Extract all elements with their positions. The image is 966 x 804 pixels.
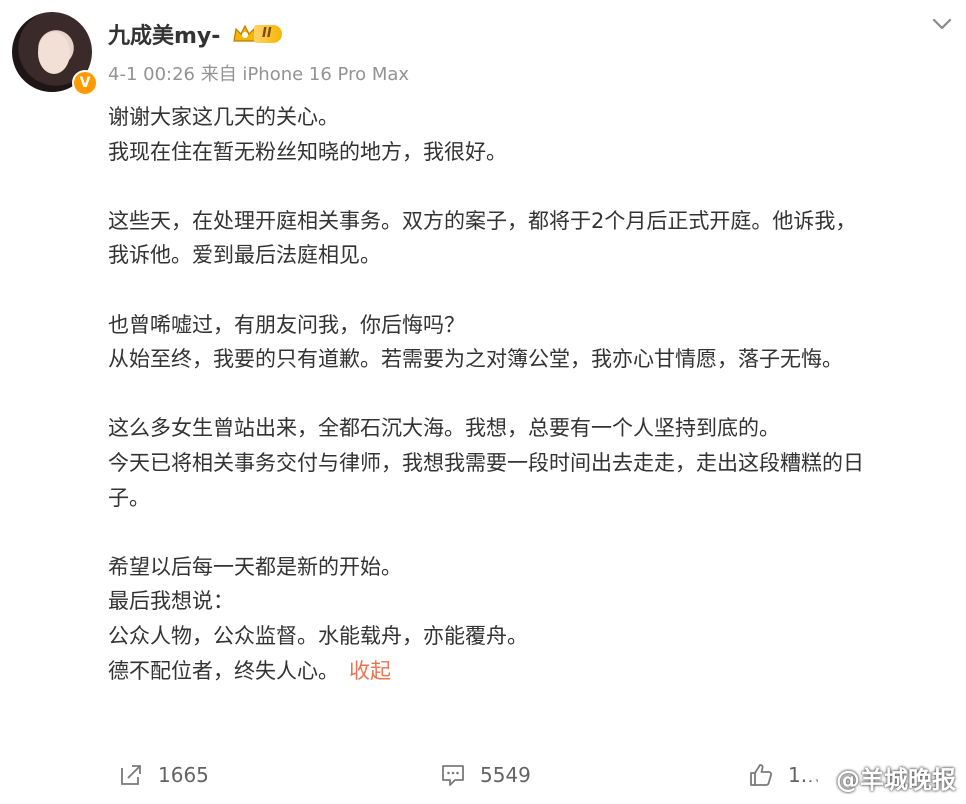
post-line: 谢谢大家这几天的关心。 [108,105,339,129]
comment-button[interactable]: 5549 [440,762,531,788]
comment-count: 5549 [480,763,531,787]
post-line: 最后我想说： [108,589,234,614]
comment-icon [442,765,464,786]
avatar[interactable]: V [12,12,98,96]
verified-badge: V [72,70,98,96]
post-timestamp: 4-1 00:26 来自 iPhone 16 Pro Max [108,64,410,85]
thumbs-up-icon [750,764,773,786]
post-line: 我现在住在暂无粉丝知晓的地方，我很好。 [108,139,507,164]
vip-badge[interactable]: II [232,22,282,46]
post-line: 希望以后每一天都是新的开始。 [108,554,402,579]
weibo-logo-icon [799,766,831,790]
post-line: 这些天，在处理开庭相关事务。双方的案子，都将于2个月后正式开庭。他诉我， [108,208,857,233]
post-last-line: 德不配位者，终失人心。 收起 [108,654,948,689]
repost-count: 1665 [158,763,209,787]
post-line: 这么多女生曾站出来，全都石沉大海。我想，总要有一个人坚持到底的。 [108,416,780,441]
post-line: 今天已将相关事务交付与律师，我想我需要一段时间出去走走，走出这段糟糕的日 [108,450,864,475]
vip-level: II [254,25,282,43]
collapse-link[interactable]: 收起 [349,659,391,683]
repost-button[interactable]: 1665 [118,762,209,788]
watermark-text: @羊城晚报 [836,766,956,794]
repost-icon [121,765,141,785]
post-line: 子。 [108,485,150,510]
post-line-text: 德不配位者，终失人心。 [108,658,339,683]
post-line: 我诉他。爱到最后法庭相见。 [108,243,381,268]
post-content: 谢谢大家这几天的关心。 我现在住在暂无粉丝知晓的地方，我很好。 这些天，在处理开… [108,100,948,688]
username[interactable]: 九成美my- [108,18,220,50]
post-line: 从始至终，我要的只有道歉。若需要为之对簿公堂，我亦心甘情愿，落子无悔。 [108,347,843,372]
post-line: 公众人物，公众监督。水能载舟，亦能覆舟。 [108,623,528,648]
post-line: 也曾唏嘘过，有朋友问我，你后悔吗？ [108,312,465,337]
avatar-face [38,32,70,74]
watermark: @羊城晚报 [798,760,956,795]
chevron-down-icon[interactable] [930,12,954,36]
